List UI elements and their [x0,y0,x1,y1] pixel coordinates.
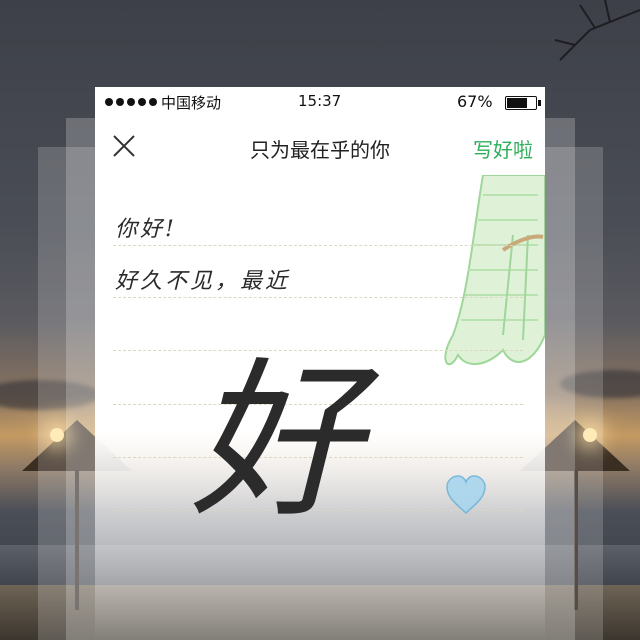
branch-icon [554,0,640,61]
heart-icon [446,475,486,515]
signal-icon [105,94,157,106]
clock: 15:37 [298,92,342,110]
letter-line-1[interactable]: 你好! [115,211,177,243]
done-button[interactable]: 写好啦 [473,134,533,163]
letter-line-2[interactable]: 好久不见，最近 [115,263,290,295]
paper-rule [113,245,523,246]
paper-rule [113,297,523,298]
leaf-illustration [444,175,545,366]
battery-icon [505,96,541,110]
phone-screen: 中国移动 15:37 67% 只为最在乎的你 写好啦 你好! 好久不见，最近 好 [95,87,545,640]
status-bar: 中国移动 15:37 67% [95,87,545,117]
nav-header: 只为最在乎的你 写好啦 [95,117,545,177]
handwritten-character: 好 [190,343,361,541]
carrier-label: 中国移动 [161,94,222,112]
battery-percent: 67% [457,92,493,111]
